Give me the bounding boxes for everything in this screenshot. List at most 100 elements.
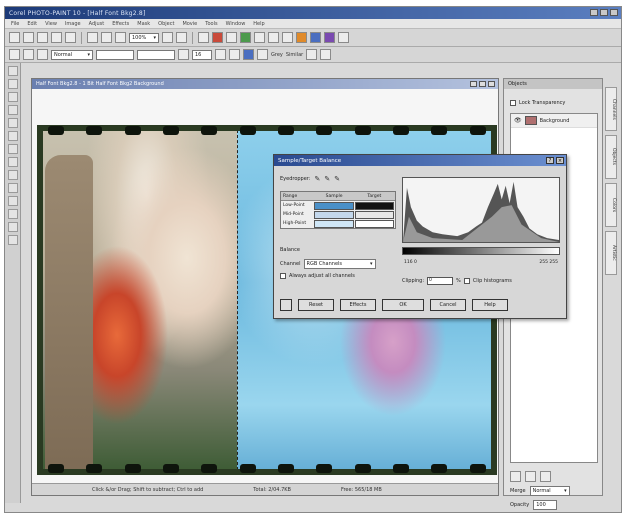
- scan-icon[interactable]: [65, 32, 76, 43]
- help-button[interactable]: Help: [472, 299, 508, 311]
- range-row-low[interactable]: Low-Point: [281, 201, 395, 210]
- cancel-button[interactable]: Cancel: [430, 299, 466, 311]
- redo-icon[interactable]: [176, 32, 187, 43]
- menu-movie[interactable]: Movie: [182, 21, 197, 27]
- preview-toggle-button[interactable]: [280, 299, 292, 311]
- paste-icon[interactable]: [115, 32, 126, 43]
- reset-button[interactable]: Reset: [298, 299, 334, 311]
- target-swatch[interactable]: [354, 201, 394, 210]
- doc-close-button[interactable]: [488, 81, 495, 87]
- eyedropper-tool-icon[interactable]: [7, 144, 18, 154]
- red-eye-tool-icon[interactable]: [7, 170, 18, 180]
- similar-icon[interactable]: [257, 49, 268, 60]
- sample-swatch[interactable]: [314, 219, 354, 228]
- fill-tool-icon[interactable]: [7, 209, 18, 219]
- mask-overlay-icon[interactable]: [212, 32, 223, 43]
- open-icon[interactable]: [23, 32, 34, 43]
- crop-tool-icon[interactable]: [7, 118, 18, 128]
- brush-icon[interactable]: [178, 49, 189, 60]
- text-tool-icon[interactable]: [7, 196, 18, 206]
- menu-edit[interactable]: Edit: [27, 21, 37, 27]
- color-mode-icon[interactable]: [229, 49, 240, 60]
- eyedropper-low-icon[interactable]: ✎: [314, 175, 320, 183]
- mask-mode-icon[interactable]: [9, 49, 20, 60]
- eyedropper-mid-icon[interactable]: ✎: [324, 175, 330, 183]
- lock-transparency-checkbox[interactable]: [510, 100, 516, 106]
- brush-size-field[interactable]: 16: [192, 49, 212, 60]
- new-object-icon[interactable]: [510, 471, 521, 482]
- sample-swatch[interactable]: [314, 201, 354, 210]
- subtractive-icon[interactable]: [37, 49, 48, 60]
- menu-file[interactable]: File: [11, 21, 19, 27]
- range-row-high[interactable]: High-Point: [281, 219, 395, 228]
- tolerance-field[interactable]: [96, 49, 134, 60]
- lasso-tool-icon[interactable]: [7, 92, 18, 102]
- target-swatch[interactable]: [354, 210, 394, 219]
- sample-swatch[interactable]: [314, 210, 354, 219]
- tab-objects[interactable]: Objects: [605, 135, 617, 179]
- eraser-tool-icon[interactable]: [7, 157, 18, 167]
- color-palette-icon[interactable]: [296, 32, 307, 43]
- rectangle-mask-icon[interactable]: [240, 32, 251, 43]
- tab-colors[interactable]: Colors: [605, 183, 617, 227]
- mask-settings-icon[interactable]: [306, 49, 318, 60]
- antialias-icon[interactable]: [215, 49, 226, 60]
- pick-tool-icon[interactable]: [7, 66, 18, 76]
- additive-icon[interactable]: [23, 49, 34, 60]
- close-button[interactable]: [610, 9, 618, 16]
- clone-tool-icon[interactable]: [7, 183, 18, 193]
- magic-wand-tool-icon[interactable]: [7, 105, 18, 115]
- eyedropper-high-icon[interactable]: ✎: [334, 175, 340, 183]
- cut-icon[interactable]: [87, 32, 98, 43]
- menu-object[interactable]: Object: [158, 21, 174, 27]
- print-icon[interactable]: [51, 32, 62, 43]
- menu-help[interactable]: Help: [253, 21, 264, 27]
- mask-apply-icon[interactable]: [320, 49, 332, 60]
- channel-select[interactable]: RGB Channels ▾: [303, 259, 376, 269]
- effect-tool-icon[interactable]: [7, 235, 18, 245]
- menu-mask[interactable]: Mask: [137, 21, 150, 27]
- maximize-button[interactable]: [600, 9, 608, 16]
- target-swatch[interactable]: [354, 219, 394, 228]
- rulers-icon[interactable]: [282, 32, 293, 43]
- always-adjust-row[interactable]: Always adjust all channels: [280, 273, 355, 279]
- zoom-combo[interactable]: 100% ▾: [129, 32, 159, 43]
- tab-channels[interactable]: Channels: [605, 87, 617, 131]
- object-icon[interactable]: [226, 32, 237, 43]
- minimize-button[interactable]: [590, 9, 598, 16]
- doc-maximize-button[interactable]: [479, 81, 486, 87]
- always-adjust-checkbox[interactable]: [280, 273, 286, 279]
- paint-tool-icon[interactable]: [7, 222, 18, 232]
- ok-button[interactable]: OK: [382, 299, 424, 311]
- dialog-close-button[interactable]: ×: [556, 157, 564, 164]
- tone-slider[interactable]: 116 0 255 255: [402, 257, 560, 267]
- lock-transparency-row[interactable]: Lock Transparency: [504, 97, 602, 109]
- doc-minimize-button[interactable]: [470, 81, 477, 87]
- properties-icon[interactable]: [540, 471, 551, 482]
- menu-view[interactable]: View: [45, 21, 57, 27]
- docker-icon[interactable]: [310, 32, 321, 43]
- new-icon[interactable]: [9, 32, 20, 43]
- tab-artistic[interactable]: Artistic: [605, 231, 617, 275]
- mask-tool-icon[interactable]: [7, 79, 18, 89]
- mode-combo[interactable]: Normal ▾: [51, 49, 93, 60]
- effects-button[interactable]: Effects: [340, 299, 376, 311]
- menu-adjust[interactable]: Adjust: [89, 21, 105, 27]
- mask-icon[interactable]: [198, 32, 209, 43]
- corel-icon[interactable]: [324, 32, 335, 43]
- opacity-field[interactable]: 100: [533, 500, 558, 510]
- menu-effects[interactable]: Effects: [112, 21, 129, 27]
- layer-row[interactable]: 👁 Background: [511, 114, 597, 128]
- undo-icon[interactable]: [162, 32, 173, 43]
- eye-icon[interactable]: 👁: [514, 117, 522, 124]
- dialog-help-button[interactable]: ?: [546, 157, 554, 164]
- help-icon[interactable]: [338, 32, 349, 43]
- zoom-tool-icon[interactable]: [7, 131, 18, 141]
- grid-icon[interactable]: [268, 32, 279, 43]
- range-row-mid[interactable]: Mid-Point: [281, 210, 395, 219]
- save-icon[interactable]: [37, 32, 48, 43]
- feather-field[interactable]: [137, 49, 175, 60]
- merge-combo[interactable]: Normal ▾: [529, 486, 570, 496]
- copy-icon[interactable]: [101, 32, 112, 43]
- clip-histograms-checkbox[interactable]: [463, 278, 470, 284]
